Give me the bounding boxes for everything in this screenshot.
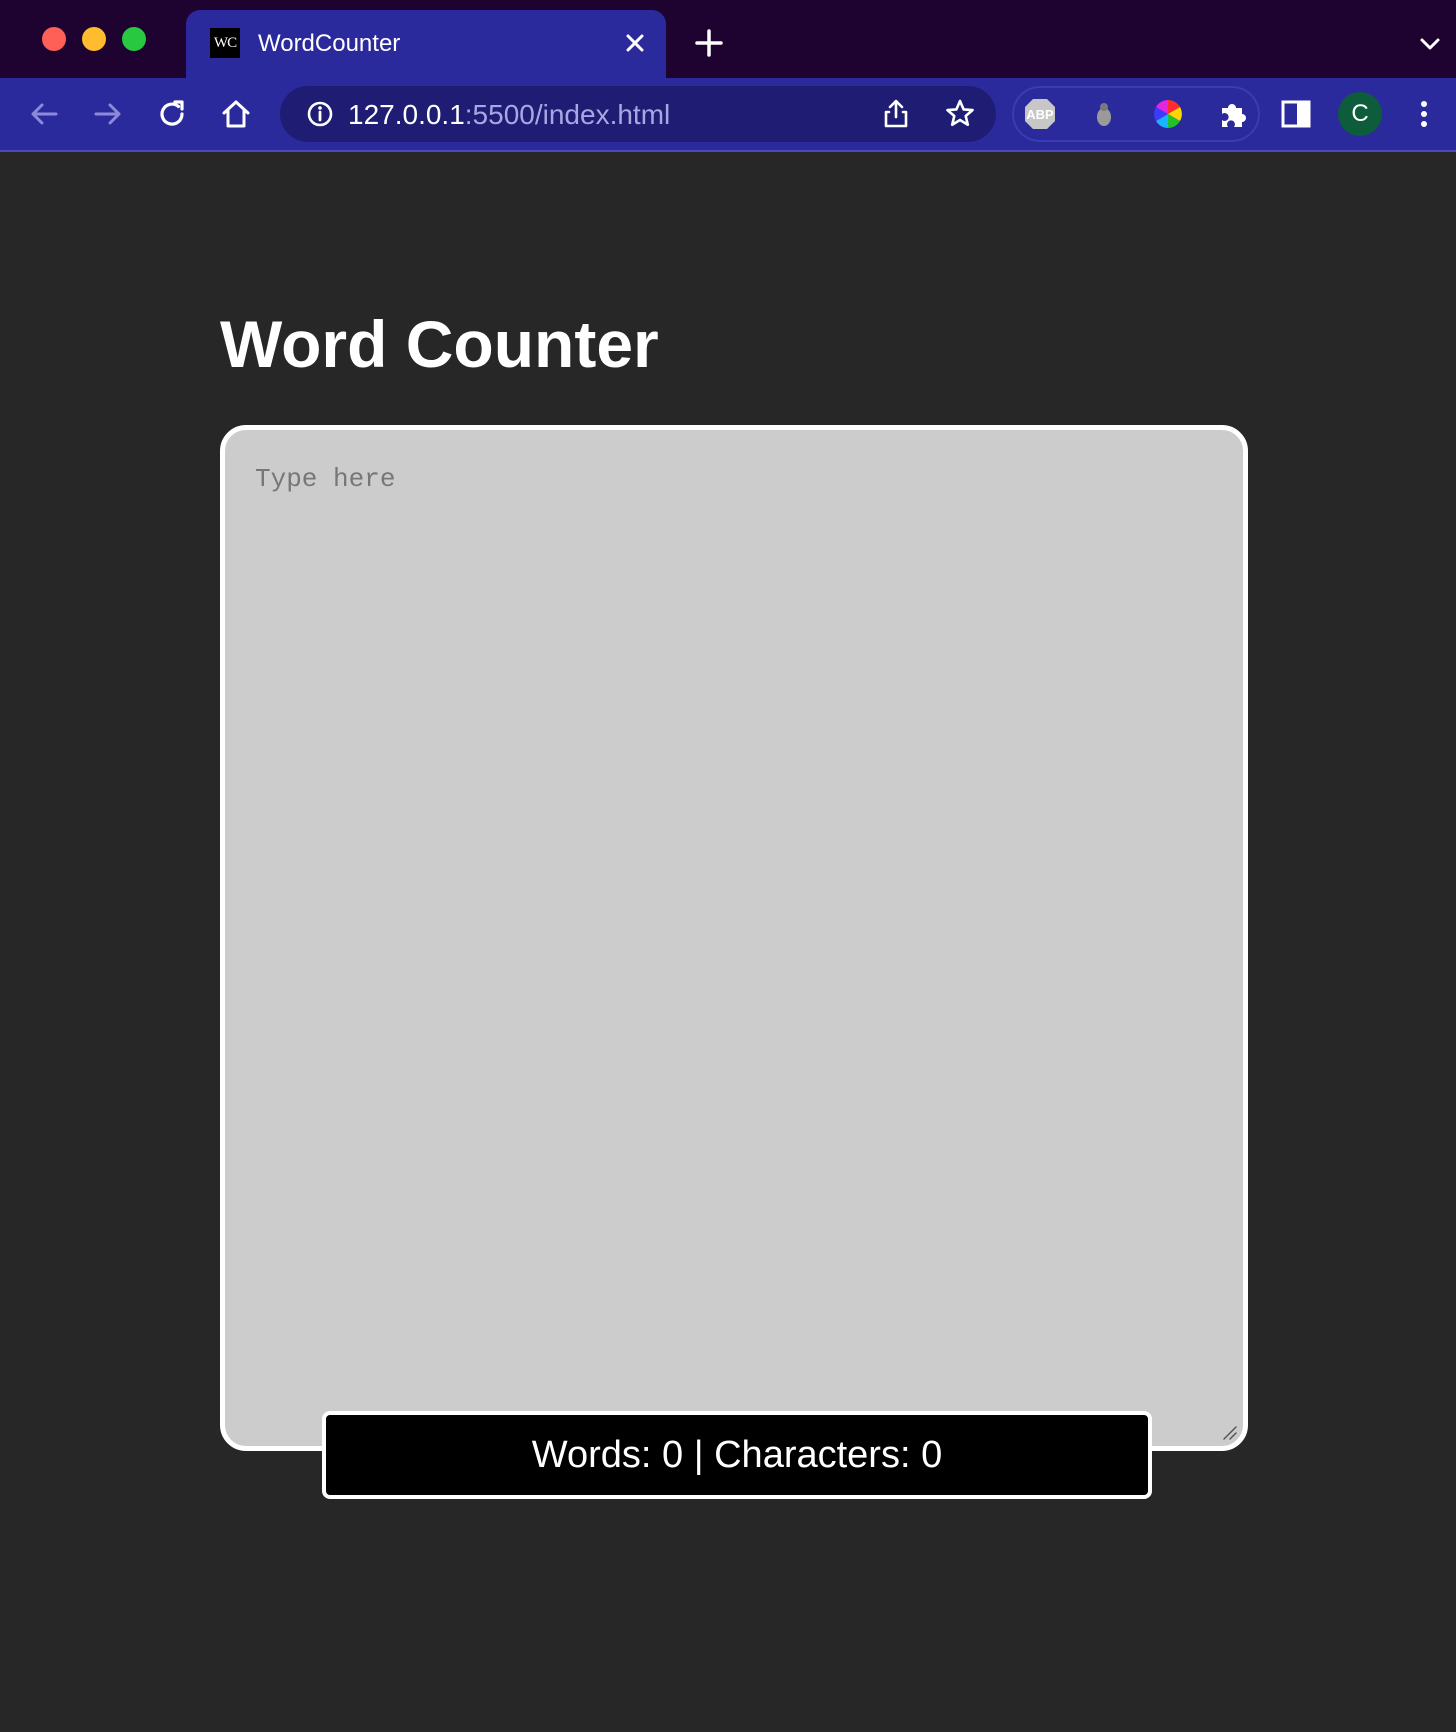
url-path: :5500/index.html: [464, 99, 671, 130]
svg-text:ABP: ABP: [1026, 107, 1054, 122]
browser-tab-active[interactable]: WC WordCounter: [186, 10, 666, 78]
new-tab-plus-icon[interactable]: [692, 26, 726, 60]
word-character-count: Words: 0 | Characters: 0: [322, 1411, 1152, 1499]
site-info-icon[interactable]: [302, 96, 338, 132]
ladybug-icon[interactable]: [1086, 96, 1122, 132]
kebab-menu-icon[interactable]: [1406, 96, 1442, 132]
reload-icon[interactable]: [154, 96, 190, 132]
url-text: 127.0.0.1:5500/index.html: [348, 100, 670, 130]
minimize-window-button[interactable]: [82, 27, 106, 51]
side-panel-icon[interactable]: [1278, 96, 1314, 132]
browser-tab-strip: WC WordCounter: [0, 0, 1456, 78]
address-bar[interactable]: 127.0.0.1:5500/index.html: [280, 86, 996, 142]
share-icon[interactable]: [878, 96, 914, 132]
page-title: Word Counter: [220, 307, 659, 381]
maximize-window-button[interactable]: [122, 27, 146, 51]
extensions-puzzle-icon[interactable]: [1214, 96, 1250, 132]
color-wheel-icon[interactable]: [1150, 96, 1186, 132]
close-tab-icon[interactable]: [620, 28, 650, 58]
resize-handle-icon[interactable]: [1221, 1424, 1237, 1440]
bookmark-star-icon[interactable]: [942, 96, 978, 132]
adblock-plus-icon[interactable]: ABP: [1022, 96, 1058, 132]
wordcounter-favicon-icon: WC: [210, 28, 240, 58]
url-host: 127.0.0.1: [348, 99, 465, 130]
tab-title: WordCounter: [258, 30, 401, 57]
forward-arrow-icon[interactable]: [90, 96, 126, 132]
extensions-group: ABP: [1012, 86, 1260, 142]
close-window-button[interactable]: [42, 27, 66, 51]
home-icon[interactable]: [218, 96, 254, 132]
profile-avatar[interactable]: C: [1338, 92, 1382, 136]
tab-search-chevron-down-icon[interactable]: [1418, 32, 1442, 56]
browser-toolbar: 127.0.0.1:5500/index.html ABP C: [0, 78, 1456, 152]
text-input[interactable]: [225, 430, 1243, 1446]
text-editor: [220, 425, 1248, 1451]
back-arrow-icon[interactable]: [26, 96, 62, 132]
